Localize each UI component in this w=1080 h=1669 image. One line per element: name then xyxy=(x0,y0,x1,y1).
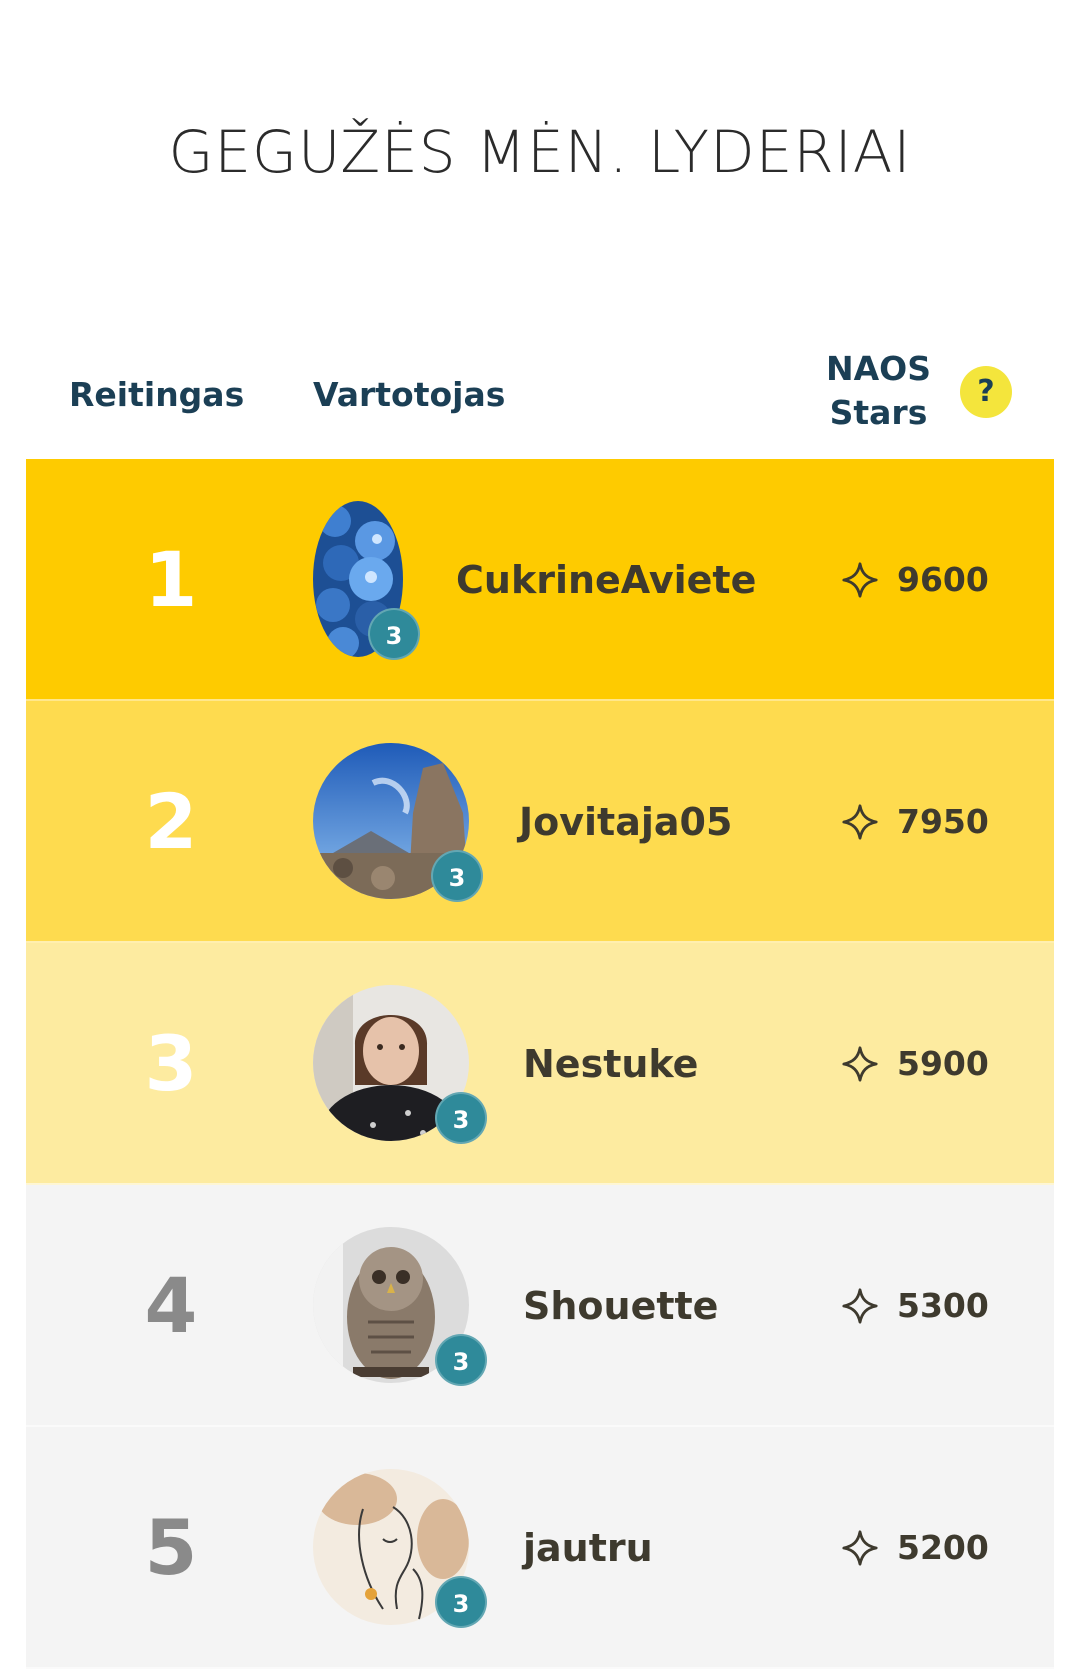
avatar: 3 xyxy=(313,501,473,661)
column-header-user: Vartotojas xyxy=(313,375,506,414)
level-badge: 3 xyxy=(431,850,483,902)
leaderboard-header: Reitingas Vartotojas NAOS Stars ? xyxy=(0,345,1080,455)
avatar: 3 xyxy=(313,1469,487,1629)
score: 9600 xyxy=(841,459,989,701)
column-header-stars-line2: Stars xyxy=(829,393,928,432)
star-icon xyxy=(842,562,878,598)
rank-number: 3 xyxy=(144,1019,198,1108)
score-value: 9600 xyxy=(897,560,989,599)
column-header-stars: NAOS Stars xyxy=(826,347,931,435)
help-button[interactable]: ? xyxy=(960,366,1012,418)
leaderboard-row[interactable]: 1 3 CukrineAviete 9600 xyxy=(26,459,1054,701)
page-title: GEGUŽĖS MĖN. LYDERIAI xyxy=(168,118,912,186)
score-value: 5900 xyxy=(897,1044,989,1083)
username[interactable]: CukrineAviete xyxy=(456,459,756,701)
username[interactable]: Shouette xyxy=(523,1185,718,1427)
rank-number: 4 xyxy=(144,1261,198,1350)
username[interactable]: jautru xyxy=(523,1427,653,1669)
star-icon xyxy=(842,804,878,840)
leaderboard-row[interactable]: 3 3 Nestuke 5900 xyxy=(26,943,1054,1185)
score-value: 5200 xyxy=(897,1528,989,1567)
leaderboard-row[interactable]: 5 3 jautru 5200 xyxy=(26,1427,1054,1669)
score: 5200 xyxy=(841,1427,989,1669)
leaderboard-row[interactable]: 4 3 Shouette 5300 xyxy=(26,1185,1054,1427)
leaderboard: 1 3 CukrineAviete 9600 2 3 Jovitaja05 79… xyxy=(26,459,1054,1669)
level-badge: 3 xyxy=(368,608,420,660)
column-header-stars-line1: NAOS xyxy=(826,349,931,388)
level-badge: 3 xyxy=(435,1092,487,1144)
avatar: 3 xyxy=(313,743,483,903)
rank-number: 5 xyxy=(144,1503,198,1592)
level-badge: 3 xyxy=(435,1334,487,1386)
star-icon xyxy=(842,1530,878,1566)
score: 7950 xyxy=(841,701,989,943)
avatar: 3 xyxy=(313,985,487,1145)
username[interactable]: Jovitaja05 xyxy=(519,701,732,943)
score-value: 7950 xyxy=(897,802,989,841)
star-icon xyxy=(842,1288,878,1324)
level-badge: 3 xyxy=(435,1576,487,1628)
star-icon xyxy=(842,1046,878,1082)
rank-number: 1 xyxy=(144,535,198,624)
username[interactable]: Nestuke xyxy=(523,943,698,1185)
avatar: 3 xyxy=(313,1227,487,1387)
rank-number: 2 xyxy=(144,777,198,866)
score-value: 5300 xyxy=(897,1286,989,1325)
column-header-rank: Reitingas xyxy=(69,375,245,414)
leaderboard-row[interactable]: 2 3 Jovitaja05 7950 xyxy=(26,701,1054,943)
score: 5900 xyxy=(841,943,989,1185)
score: 5300 xyxy=(841,1185,989,1427)
